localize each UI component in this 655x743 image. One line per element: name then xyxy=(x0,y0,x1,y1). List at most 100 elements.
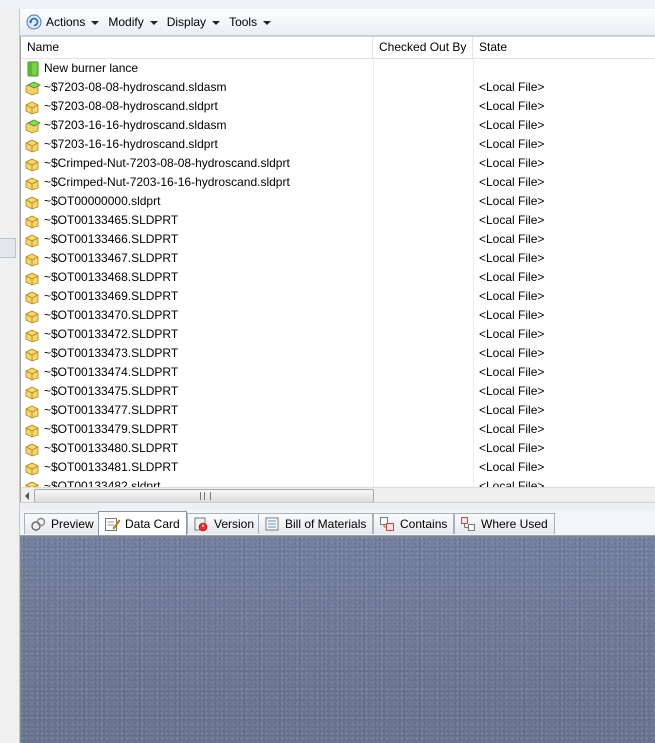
table-row[interactable]: ~$OT00133472.SLDPRT <Local File> xyxy=(21,325,655,344)
chevron-down-icon xyxy=(91,20,100,25)
table-row[interactable]: ~$7203-16-16-hydroscand.sldasm <Local Fil… xyxy=(21,116,655,135)
tab-where-used[interactable]: Where Used xyxy=(454,513,555,534)
file-name: ~$7203-16-16-hydroscand.sldasm xyxy=(44,118,227,132)
chevron-down-icon xyxy=(149,20,158,25)
table-row[interactable]: ~$OT00133475.SLDPRT <Local File> xyxy=(21,382,655,401)
file-state: <Local File> xyxy=(479,251,545,265)
tab-contains[interactable]: Contains xyxy=(373,513,455,534)
file-state: <Local File> xyxy=(479,441,545,455)
part-file-icon xyxy=(25,365,44,381)
table-row[interactable]: ~$7203-08-08-hydroscand.sldprt <Local Fil… xyxy=(21,97,655,116)
menu-modify[interactable]: Modify xyxy=(108,15,158,29)
menu-actions[interactable]: Actions xyxy=(46,15,100,29)
part-file-icon xyxy=(25,289,44,305)
file-state: <Local File> xyxy=(479,479,545,487)
tab-bill-of-materials-label: Bill of Materials xyxy=(285,517,367,531)
table-row[interactable]: New burner lance xyxy=(21,59,655,78)
file-name: ~$OT00133465.SLDPRT xyxy=(44,213,179,227)
part-file-icon xyxy=(25,308,44,324)
file-name-cell: ~$OT00133481.SLDPRT xyxy=(25,458,178,477)
file-name-cell: ~$7203-08-08-hydroscand.sldasm xyxy=(25,78,226,97)
table-row[interactable]: ~$7203-08-08-hydroscand.sldasm <Local Fil… xyxy=(21,78,655,97)
table-row[interactable]: ~$OT00133473.SLDPRT <Local File> xyxy=(21,344,655,363)
file-name-cell: ~$OT00133482.sldprt xyxy=(25,477,160,487)
contains-icon xyxy=(380,517,394,531)
table-row[interactable]: ~$OT00133482.sldprt <Local File> xyxy=(21,477,655,487)
part-file-icon xyxy=(25,194,44,210)
file-name-cell: ~$OT00133470.SLDPRT xyxy=(25,306,178,325)
detail-tabs: Preview Data Card Version Bill of Materi… xyxy=(20,511,655,536)
file-name-cell: ~$OT00000000.sldprt xyxy=(25,192,160,211)
tab-version[interactable]: Version xyxy=(187,513,262,534)
file-state: <Local File> xyxy=(479,118,545,132)
file-name: ~$Crimped-Nut-7203-08-08-hydroscand.sldp… xyxy=(44,156,290,170)
refresh-icon[interactable] xyxy=(26,14,42,30)
menu-actions-label: Actions xyxy=(46,15,86,29)
file-name-cell: ~$OT00133474.SLDPRT xyxy=(25,363,178,382)
file-name: ~$OT00133470.SLDPRT xyxy=(44,308,179,322)
table-row[interactable]: ~$OT00133479.SLDPRT <Local File> xyxy=(21,420,655,439)
collapsed-pane-tab[interactable] xyxy=(0,238,16,258)
column-header-state[interactable]: State xyxy=(473,37,655,58)
tab-data-card[interactable]: Data Card xyxy=(98,511,187,535)
table-row[interactable]: ~$Crimped-Nut-7203-08-08-hydroscand.sldp… xyxy=(21,154,655,173)
version-icon xyxy=(194,517,208,532)
file-name: ~$OT00000000.sldprt xyxy=(44,194,161,208)
file-name-cell: New burner lance xyxy=(25,59,138,78)
file-name-cell: ~$OT00133469.SLDPRT xyxy=(25,287,178,306)
tab-preview[interactable]: Preview xyxy=(24,513,101,534)
file-name: ~$7203-16-16-hydroscand.sldprt xyxy=(44,137,218,151)
file-name: ~$Crimped-Nut-7203-16-16-hydroscand.sldp… xyxy=(44,175,290,189)
file-state: <Local File> xyxy=(479,99,545,113)
file-name-cell: ~$Crimped-Nut-7203-16-16-hydroscand.sldp… xyxy=(25,173,290,192)
table-row[interactable]: ~$OT00133466.SLDPRT <Local File> xyxy=(21,230,655,249)
file-name: ~$OT00133475.SLDPRT xyxy=(44,384,179,398)
table-row[interactable]: ~$OT00133474.SLDPRT <Local File> xyxy=(21,363,655,382)
file-name: ~$7203-08-08-hydroscand.sldasm xyxy=(44,80,227,94)
file-name-cell: ~$OT00133473.SLDPRT xyxy=(25,344,178,363)
table-row[interactable]: ~$OT00133481.SLDPRT <Local File> xyxy=(21,458,655,477)
scrollbar-thumb[interactable] xyxy=(34,489,374,502)
table-row[interactable]: ~$OT00133465.SLDPRT <Local File> xyxy=(21,211,655,230)
table-row[interactable]: ~$OT00133477.SLDPRT <Local File> xyxy=(21,401,655,420)
part-file-icon xyxy=(25,99,44,115)
file-state: <Local File> xyxy=(479,365,545,379)
table-row[interactable]: ~$OT00133467.SLDPRT <Local File> xyxy=(21,249,655,268)
file-name: ~$OT00133472.SLDPRT xyxy=(44,327,179,341)
file-name: ~$OT00133474.SLDPRT xyxy=(44,365,179,379)
folder-icon xyxy=(25,61,44,77)
table-row[interactable]: ~$OT00133480.SLDPRT <Local File> xyxy=(21,439,655,458)
file-state: <Local File> xyxy=(479,156,545,170)
menu-tools-label: Tools xyxy=(229,15,258,29)
file-state: <Local File> xyxy=(479,384,545,398)
menu-display[interactable]: Display xyxy=(167,15,221,29)
table-row[interactable]: ~$OT00133470.SLDPRT <Local File> xyxy=(21,306,655,325)
file-state: <Local File> xyxy=(479,80,545,94)
tab-bill-of-materials[interactable]: Bill of Materials xyxy=(258,513,374,534)
horizontal-scrollbar[interactable] xyxy=(21,487,655,502)
part-file-icon xyxy=(25,232,44,248)
table-row[interactable]: ~$OT00133469.SLDPRT <Local File> xyxy=(21,287,655,306)
file-name-cell: ~$OT00133475.SLDPRT xyxy=(25,382,178,401)
table-row[interactable]: ~$OT00133468.SLDPRT <Local File> xyxy=(21,268,655,287)
file-name-cell: ~$Crimped-Nut-7203-08-08-hydroscand.sldp… xyxy=(25,154,290,173)
menu-modify-label: Modify xyxy=(108,15,144,29)
tab-data-card-label: Data Card xyxy=(125,516,180,531)
file-state: <Local File> xyxy=(479,308,545,322)
menu-tools[interactable]: Tools xyxy=(229,15,272,29)
file-state: <Local File> xyxy=(479,232,545,246)
preview-icon xyxy=(31,517,46,531)
column-header-checked-out-by[interactable]: Checked Out By xyxy=(373,37,473,58)
left-pane-edge[interactable] xyxy=(0,9,20,743)
scroll-left-icon[interactable] xyxy=(25,492,29,500)
table-row[interactable]: ~$Crimped-Nut-7203-16-16-hydroscand.sldp… xyxy=(21,173,655,192)
table-row[interactable]: ~$7203-16-16-hydroscand.sldprt <Local Fil… xyxy=(21,135,655,154)
file-name-cell: ~$OT00133480.SLDPRT xyxy=(25,439,178,458)
file-name: ~$OT00133469.SLDPRT xyxy=(44,289,179,303)
column-header-name[interactable]: Name xyxy=(21,37,373,58)
part-file-icon xyxy=(25,479,44,487)
table-row[interactable]: ~$OT00000000.sldprt <Local File> xyxy=(21,192,655,211)
where-used-icon xyxy=(461,517,475,531)
part-file-icon xyxy=(25,270,44,286)
file-name: ~$OT00133477.SLDPRT xyxy=(44,403,179,417)
